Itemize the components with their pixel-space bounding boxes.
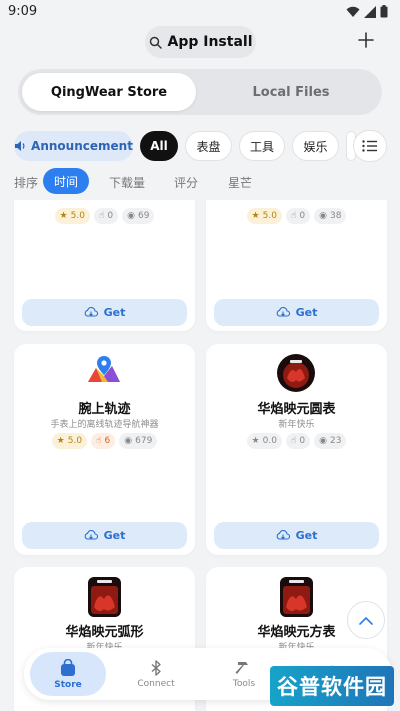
category-chips: Announcement All 表盘 工具 娱乐 <box>0 131 400 161</box>
sort-option-time[interactable]: 时间 <box>43 168 89 194</box>
app-title: 腕上轨迹 <box>78 402 131 417</box>
get-button[interactable]: Get <box>22 299 187 326</box>
announcement-button[interactable]: Announcement <box>14 131 133 161</box>
cloud-download-icon <box>84 530 98 540</box>
app-title: 华焰映元圆表 <box>257 402 336 417</box>
sort-option-rating[interactable]: 评分 <box>174 174 198 191</box>
rating-badge: ★ 5.0 <box>51 433 88 449</box>
star-icon: ★ <box>56 436 65 446</box>
star-icon: ★ <box>251 436 260 446</box>
add-icon[interactable] <box>356 30 376 50</box>
curved-watchface-icon <box>88 577 121 617</box>
likes-badge: ☝ 6 <box>91 433 116 449</box>
status-icons <box>346 5 388 18</box>
app-card[interactable]: 华焰映元圆表 新年快乐 ★ 0.0 ☝ 0 ◉ 23 Get <box>206 344 387 555</box>
eye-icon: ◉ <box>127 211 136 221</box>
status-time: 9:09 <box>8 4 38 19</box>
app-install-search-button[interactable]: App Install <box>145 26 256 58</box>
watermark-text: 谷普软件园 <box>277 675 387 699</box>
card-stats: ★ 0.0 ☝ 0 ◉ 23 <box>206 433 387 449</box>
sort-row: 排序 时间 下载量 评分 星芒 <box>0 168 400 194</box>
app-title: 华焰映元弧形 <box>65 625 144 640</box>
rating-badge: ★ 0.0 <box>246 433 282 449</box>
nav-tools-label: Tools <box>232 678 256 689</box>
sort-option-downloads[interactable]: 下载量 <box>109 174 145 191</box>
app-card[interactable]: ★ 5.0 ☝ 0 ◉ 69 Get <box>14 200 195 331</box>
thumb-icon: ☝ <box>96 436 102 446</box>
app-card[interactable]: 腕上轨迹 手表上的离线轨迹导航神器 ★ 5.0 ☝ 6 ◉ 679 Get <box>14 344 195 555</box>
chip-all[interactable]: All <box>140 131 178 161</box>
hammer-icon <box>235 661 248 674</box>
views-badge: ◉ 69 <box>122 208 155 224</box>
sort-option-stars[interactable]: 星芒 <box>228 174 252 191</box>
get-button[interactable]: Get <box>22 522 187 549</box>
page-title: App Install <box>167 34 253 50</box>
star-icon: ★ <box>251 211 260 221</box>
eye-icon: ◉ <box>319 211 328 221</box>
app-subtitle: 新年快乐 <box>278 420 315 430</box>
chevron-up-icon <box>359 616 373 625</box>
tab-qingwear-store[interactable]: QingWear Store <box>22 73 196 111</box>
likes-badge: ☝ 0 <box>93 208 119 224</box>
cloud-download-icon <box>276 307 290 317</box>
nav-store-label: Store <box>54 679 82 690</box>
card-stats: ★ 5.0 ☝ 0 ◉ 38 <box>206 208 387 224</box>
cloud-download-icon <box>276 530 290 540</box>
sort-label: 排序 <box>14 176 39 190</box>
likes-badge: ☝ 0 <box>285 208 311 224</box>
wifi-icon <box>346 6 360 17</box>
views-badge: ◉ 38 <box>314 208 347 224</box>
thumb-icon: ☝ <box>290 211 297 221</box>
speaker-icon <box>15 141 25 151</box>
bluetooth-icon <box>151 659 161 676</box>
search-icon <box>149 36 162 49</box>
views-badge: ◉ 679 <box>119 433 158 449</box>
nav-store[interactable]: Store <box>30 652 106 696</box>
cloud-download-icon <box>84 307 98 317</box>
chip-tools[interactable]: 工具 <box>239 131 285 161</box>
eye-icon: ◉ <box>319 436 328 446</box>
map-pin-app-icon <box>88 356 120 382</box>
status-bar: 9:09 <box>0 0 400 24</box>
get-button[interactable]: Get <box>214 299 379 326</box>
app-subtitle: 手表上的离线轨迹导航神器 <box>50 420 159 430</box>
list-icon <box>362 140 377 152</box>
scroll-to-top-button[interactable] <box>347 601 385 639</box>
views-badge: ◉ 23 <box>314 433 347 449</box>
get-button[interactable]: Get <box>214 522 379 549</box>
announcement-label: Announcement <box>31 139 133 153</box>
likes-badge: ☝ 0 <box>285 433 311 449</box>
card-stats: ★ 5.0 ☝ 6 ◉ 679 <box>14 433 195 449</box>
chip-entertainment[interactable]: 娱乐 <box>292 131 339 161</box>
app-grid[interactable]: ★ 5.0 ☝ 0 ◉ 69 Get ★ 5.0 ☝ 0 ◉ 38 Get 腕上轨迹 <box>0 200 400 711</box>
round-watchface-icon <box>277 354 315 392</box>
card-stats: ★ 5.0 ☝ 0 ◉ 69 <box>14 208 195 224</box>
eye-icon: ◉ <box>124 436 133 446</box>
thumb-icon: ☝ <box>98 211 105 221</box>
nav-connect-label: Connect <box>137 678 175 689</box>
thumb-icon: ☝ <box>290 436 297 446</box>
app-card[interactable]: ★ 5.0 ☝ 0 ◉ 38 Get <box>206 200 387 331</box>
chip-watchface[interactable]: 表盘 <box>185 131 232 161</box>
tab-local-files[interactable]: Local Files <box>204 73 378 111</box>
rating-badge: ★ 5.0 <box>54 208 90 224</box>
nav-connect[interactable]: Connect <box>118 652 194 696</box>
category-list-button[interactable] <box>353 130 387 162</box>
rating-badge: ★ 5.0 <box>246 208 282 224</box>
shopping-bag-icon <box>61 658 75 676</box>
source-tabs: QingWear Store Local Files <box>18 69 382 115</box>
watermark-logo: 谷普软件园 <box>270 666 394 706</box>
signal-icon <box>364 5 376 18</box>
square-watchface-icon <box>280 577 313 617</box>
star-icon: ★ <box>59 211 68 221</box>
battery-icon <box>380 5 388 18</box>
